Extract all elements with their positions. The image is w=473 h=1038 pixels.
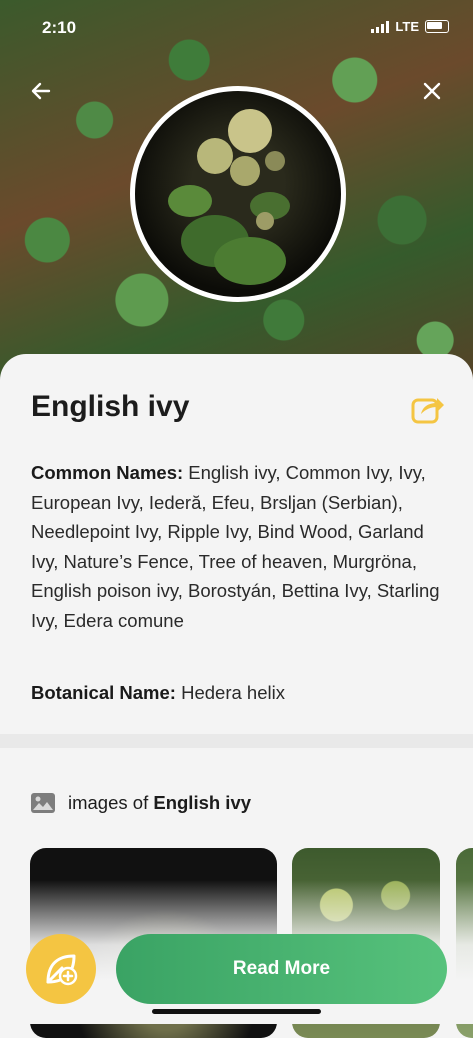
images-plant-name: English ivy xyxy=(153,792,252,813)
status-indicators: LTE xyxy=(371,19,449,34)
read-more-button[interactable]: Read More xyxy=(116,934,447,1004)
image-icon xyxy=(31,793,55,813)
botanical-name: Botanical Name: Hedera helix xyxy=(31,682,285,704)
common-names: Common Names: English ivy, Common Ivy, I… xyxy=(31,458,441,636)
botanical-name-label: Botanical Name: xyxy=(31,682,176,703)
images-prefix: images of xyxy=(68,792,149,813)
botanical-name-value: Hedera helix xyxy=(181,682,285,703)
section-divider xyxy=(0,734,473,748)
add-plant-button[interactable] xyxy=(26,934,96,1004)
plant-info-card: English ivy Common Names: English ivy, C… xyxy=(0,354,473,734)
common-names-label: Common Names: xyxy=(31,462,184,483)
images-header-text: images of English ivy xyxy=(68,792,251,814)
battery-icon xyxy=(425,20,449,33)
home-indicator xyxy=(152,1009,321,1014)
share-button[interactable] xyxy=(411,392,445,424)
status-bar: 2:10 LTE xyxy=(0,0,473,50)
share-icon xyxy=(411,398,444,424)
network-label: LTE xyxy=(395,19,419,34)
plant-photo xyxy=(130,86,346,302)
images-header: images of English ivy xyxy=(30,792,251,814)
close-button[interactable] xyxy=(417,76,447,106)
signal-icon xyxy=(371,20,390,33)
back-button[interactable] xyxy=(26,76,56,106)
close-icon xyxy=(423,82,441,100)
hero-photo: 2:10 LTE xyxy=(0,0,473,400)
status-time: 2:10 xyxy=(42,18,77,37)
plant-title: English ivy xyxy=(31,390,190,423)
common-names-value: English ivy, Common Ivy, Ivy, European I… xyxy=(31,462,440,631)
leaf-add-icon xyxy=(46,954,78,986)
arrow-left-icon xyxy=(31,82,51,100)
